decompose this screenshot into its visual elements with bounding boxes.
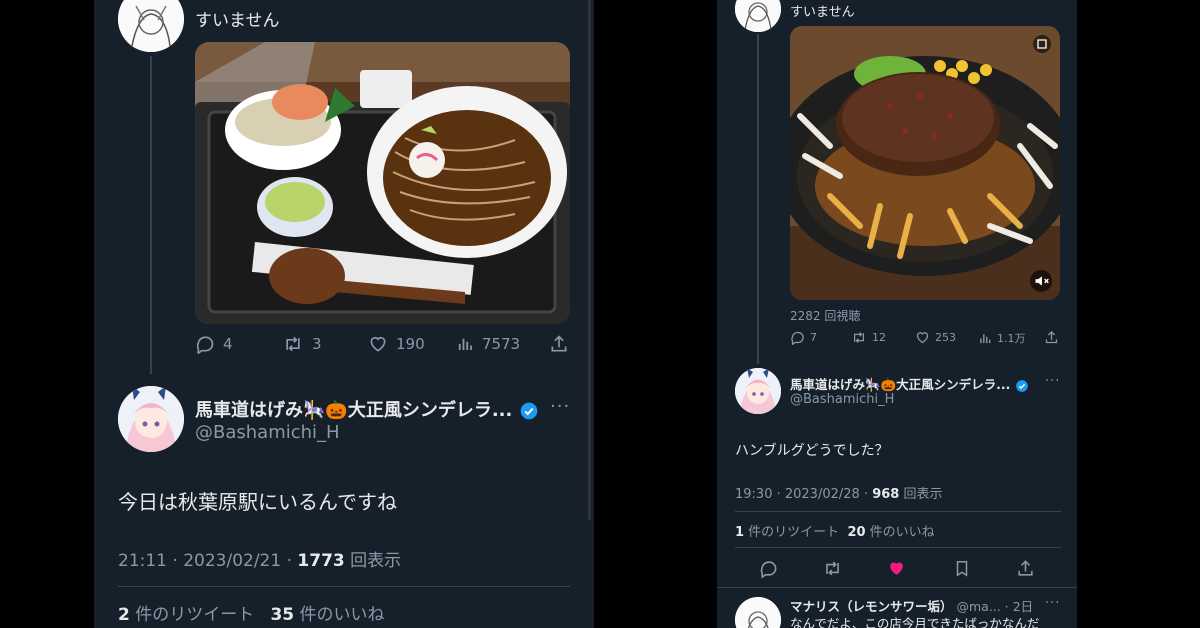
tweet-video[interactable]	[790, 26, 1060, 300]
video-view-count: 2282 回視聴	[790, 309, 861, 323]
analytics-icon	[458, 338, 472, 350]
bookmark-button[interactable]	[953, 559, 971, 578]
reply-icon	[760, 561, 777, 578]
retweet-stat[interactable]: 1 件のリツイート	[735, 525, 839, 540]
tweet-text: すいません	[790, 5, 855, 20]
heart-filled-icon	[890, 562, 903, 575]
tweet-body: 今日は秋葉原駅にいるんですね	[118, 490, 397, 514]
like-stat[interactable]: 20 件のいいね	[847, 525, 934, 540]
analytics-icon	[980, 333, 991, 343]
tweet-meta: 21:11 · 2023/02/21 · 1773 回表示	[118, 551, 402, 571]
reply-author-handle[interactable]: @ma...	[957, 599, 1001, 614]
engagement-stats: 1 件のリツイート 20 件のいいね	[735, 521, 935, 540]
engagement-stats: 2 件のリツイート 35 件のいいね	[118, 600, 385, 625]
divider	[735, 511, 1061, 512]
tweet-photo[interactable]	[195, 42, 570, 324]
share-button[interactable]	[549, 334, 569, 354]
verified-badge-icon	[520, 402, 537, 420]
mute-icon	[1035, 276, 1049, 286]
share-icon	[551, 335, 567, 352]
share-icon	[1018, 560, 1033, 576]
retweet-icon	[286, 336, 300, 352]
divider	[118, 586, 570, 587]
share-button[interactable]	[1016, 559, 1035, 578]
retweet-stat[interactable]: 2 件のリツイート	[118, 605, 254, 625]
reply-text: なんでだよ、この店今月できたばっかなんだ	[790, 616, 1040, 628]
like-button[interactable]: 253	[915, 330, 956, 345]
retweet-button[interactable]: 12	[851, 330, 886, 345]
thread-line	[757, 34, 759, 364]
mute-button[interactable]	[1030, 270, 1052, 292]
author-handle[interactable]: @Bashamichi_H	[790, 392, 894, 407]
avatar[interactable]	[118, 386, 184, 452]
verified-badge-icon	[1015, 379, 1028, 392]
more-options-button[interactable]: ···	[550, 396, 570, 417]
tweet-meta: 19:30 · 2023/02/28 · 968 回表示	[735, 487, 943, 502]
tweet-text: すいません	[195, 11, 280, 31]
retweet-button[interactable]	[822, 559, 843, 578]
tweet-timestamp[interactable]: 21:11 · 2023/02/21 ·	[118, 551, 297, 571]
views-button[interactable]: 1.1万	[978, 330, 1026, 346]
reply-timestamp[interactable]: · 2日	[1005, 599, 1033, 614]
tweet-timestamp[interactable]: 19:30 · 2023/02/28 ·	[735, 487, 872, 502]
reply-icon	[196, 336, 214, 354]
tweet-body: ハンブルグどうでした？	[735, 443, 889, 459]
scrollbar[interactable]	[588, 0, 591, 520]
avatar[interactable]	[735, 0, 781, 32]
reply-button[interactable]	[759, 559, 778, 578]
more-options-button[interactable]: ···	[1045, 374, 1060, 389]
right-tweet-panel: すいません 2282 回視聴 7 12 253 1.1万 馬車道はげみ🎠🎃大正風…	[717, 0, 1077, 628]
share-button[interactable]	[1044, 330, 1059, 345]
view-count: 968	[872, 487, 900, 502]
avatar[interactable]	[118, 0, 184, 52]
like-button[interactable]	[887, 559, 906, 578]
reply-button[interactable]: 7	[790, 330, 817, 345]
author-name[interactable]: 馬車道はげみ🎠🎃大正風シンデレラ...	[195, 396, 539, 422]
retweet-button[interactable]: 3	[282, 334, 322, 354]
reply-author-name[interactable]: マナリス（レモンサワー垢）	[790, 599, 953, 614]
divider	[735, 547, 1061, 548]
left-tweet-panel: すいません 4 3 190 7573 馬車道はげみ🎠🎃大正風シンデレラ... ·…	[94, 0, 594, 628]
thread-line	[150, 56, 152, 374]
bookmark-icon	[956, 561, 968, 577]
like-button[interactable]: 190	[368, 334, 425, 354]
retweet-icon	[826, 561, 839, 576]
reply-icon	[791, 331, 804, 345]
retweet-icon	[854, 332, 864, 343]
views-button[interactable]: 7573	[456, 334, 520, 354]
avatar[interactable]	[735, 597, 781, 628]
author-name[interactable]: 馬車道はげみ🎠🎃大正風シンデレラ...	[790, 374, 1029, 393]
more-options-button[interactable]: ···	[1045, 596, 1060, 611]
reply-button[interactable]: 4	[195, 334, 233, 354]
avatar[interactable]	[735, 368, 781, 414]
view-count: 1773	[297, 551, 345, 571]
heart-icon	[916, 332, 929, 344]
like-stat[interactable]: 35 件のいいね	[270, 605, 384, 625]
author-handle[interactable]: @Bashamichi_H	[195, 422, 340, 443]
divider	[717, 587, 1077, 588]
heart-icon	[370, 336, 386, 352]
share-icon	[1045, 330, 1058, 344]
